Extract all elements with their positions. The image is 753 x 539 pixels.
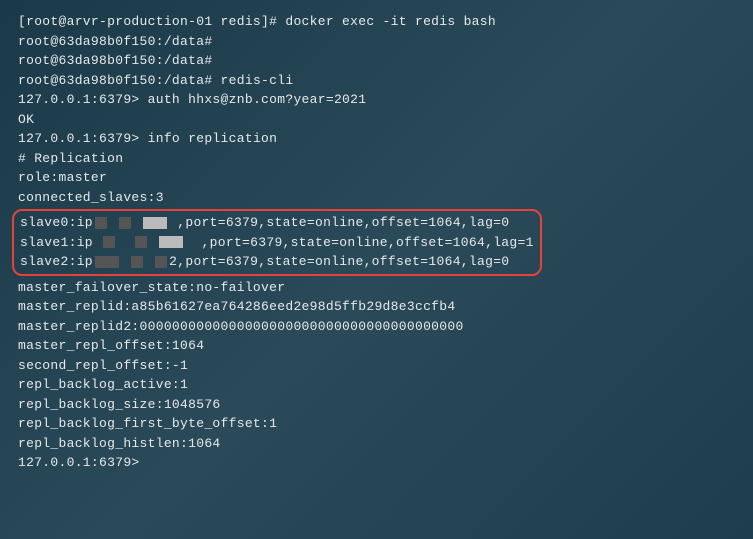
redis-command: info replication	[148, 131, 278, 146]
redis-output: repl_backlog_histlen:1064	[18, 434, 735, 454]
slave-line: slave0:ip ,port=6379,state=online,offset…	[20, 213, 534, 233]
redis-prompt: 127.0.0.1:6379>	[18, 131, 148, 146]
redis-prompt: 127.0.0.1:6379>	[18, 92, 148, 107]
slaves-highlight-box: slave0:ip ,port=6379,state=online,offset…	[12, 209, 542, 276]
redis-output: master_replid2:0000000000000000000000000…	[18, 317, 735, 337]
redis-line: 127.0.0.1:6379> auth hhxs@znb.com?year=2…	[18, 90, 735, 110]
slave-line: slave2:ip 2,port=6379,state=online,offse…	[20, 252, 534, 272]
redis-command: auth hhxs@znb.com?year=2021	[148, 92, 367, 107]
slave-prefix: slave0:ip	[20, 215, 93, 230]
shell-line: [root@arvr-production-01 redis]# docker …	[18, 12, 735, 32]
redacted-ip	[135, 236, 147, 248]
slave-suffix: ,port=6379,state=online,offset=1064,lag=…	[202, 235, 534, 250]
redis-output: master_replid:a85b61627ea764286eed2e98d5…	[18, 297, 735, 317]
redis-output: master_failover_state:no-failover	[18, 278, 735, 298]
container-prompt: root@63da98b0f150:/data#	[18, 32, 735, 52]
slave-prefix: slave2:ip	[20, 254, 93, 269]
redis-output: role:master	[18, 168, 735, 188]
slave-suffix: ,port=6379,state=online,offset=1064,lag=…	[177, 215, 509, 230]
redacted-ip	[103, 236, 115, 248]
shell-command: docker exec -it redis bash	[285, 14, 496, 29]
redis-output: OK	[18, 110, 735, 130]
shell-command: redis-cli	[221, 73, 294, 88]
shell-prompt: [root@arvr-production-01 redis]#	[18, 14, 285, 29]
redis-output: master_repl_offset:1064	[18, 336, 735, 356]
redacted-ip	[119, 217, 131, 229]
redacted-ip	[131, 256, 143, 268]
redis-output: repl_backlog_active:1	[18, 375, 735, 395]
slave-suffix: ,port=6379,state=online,offset=1064,lag=…	[177, 254, 509, 269]
redis-output: second_repl_offset:-1	[18, 356, 735, 376]
redacted-ip	[155, 256, 167, 268]
redacted-ip	[95, 256, 119, 268]
container-prompt: root@63da98b0f150:/data#	[18, 73, 221, 88]
redis-output: repl_backlog_first_byte_offset:1	[18, 414, 735, 434]
redacted-ip	[143, 217, 167, 229]
slave-prefix: slave1:ip	[20, 235, 93, 250]
shell-line: root@63da98b0f150:/data# redis-cli	[18, 71, 735, 91]
redis-output: connected_slaves:3	[18, 188, 735, 208]
redacted-ip	[159, 236, 183, 248]
redis-line: 127.0.0.1:6379> info replication	[18, 129, 735, 149]
redis-prompt[interactable]: 127.0.0.1:6379>	[18, 453, 735, 473]
terminal-output: [root@arvr-production-01 redis]# docker …	[18, 12, 735, 473]
redis-output: repl_backlog_size:1048576	[18, 395, 735, 415]
container-prompt: root@63da98b0f150:/data#	[18, 51, 735, 71]
redacted-ip	[95, 217, 107, 229]
redis-output: # Replication	[18, 149, 735, 169]
slave-line: slave1:ip ,port=6379,state=online,offset…	[20, 233, 534, 253]
